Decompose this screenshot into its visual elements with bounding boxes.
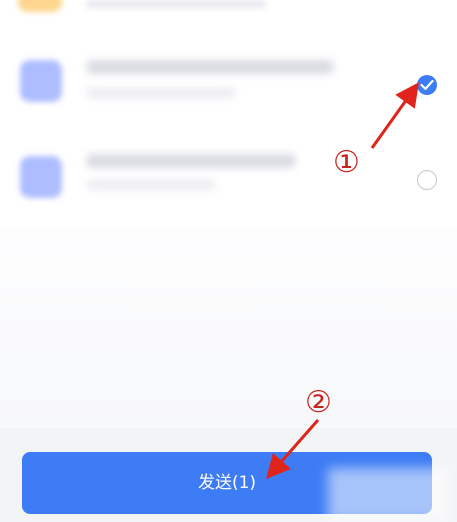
contact-list-item[interactable] xyxy=(0,36,457,132)
watermark xyxy=(328,468,448,522)
list-empty-area xyxy=(0,228,457,428)
contact-detail-blurred xyxy=(86,180,216,190)
contact-select-checkbox-checked[interactable] xyxy=(417,75,437,95)
contact-avatar xyxy=(20,156,62,198)
annotation-step-2: ② xyxy=(305,385,332,420)
contact-name-blurred xyxy=(86,154,296,168)
contact-name-partial xyxy=(86,0,266,8)
contact-avatar-partial xyxy=(18,0,62,12)
contact-list-item[interactable] xyxy=(0,132,457,228)
contact-select-checkbox-unchecked[interactable] xyxy=(417,170,437,190)
annotation-step-1: ① xyxy=(333,145,360,180)
contact-detail-blurred xyxy=(86,88,236,98)
contact-name-blurred xyxy=(86,60,334,74)
check-icon xyxy=(420,79,434,90)
contact-avatar xyxy=(20,60,62,102)
